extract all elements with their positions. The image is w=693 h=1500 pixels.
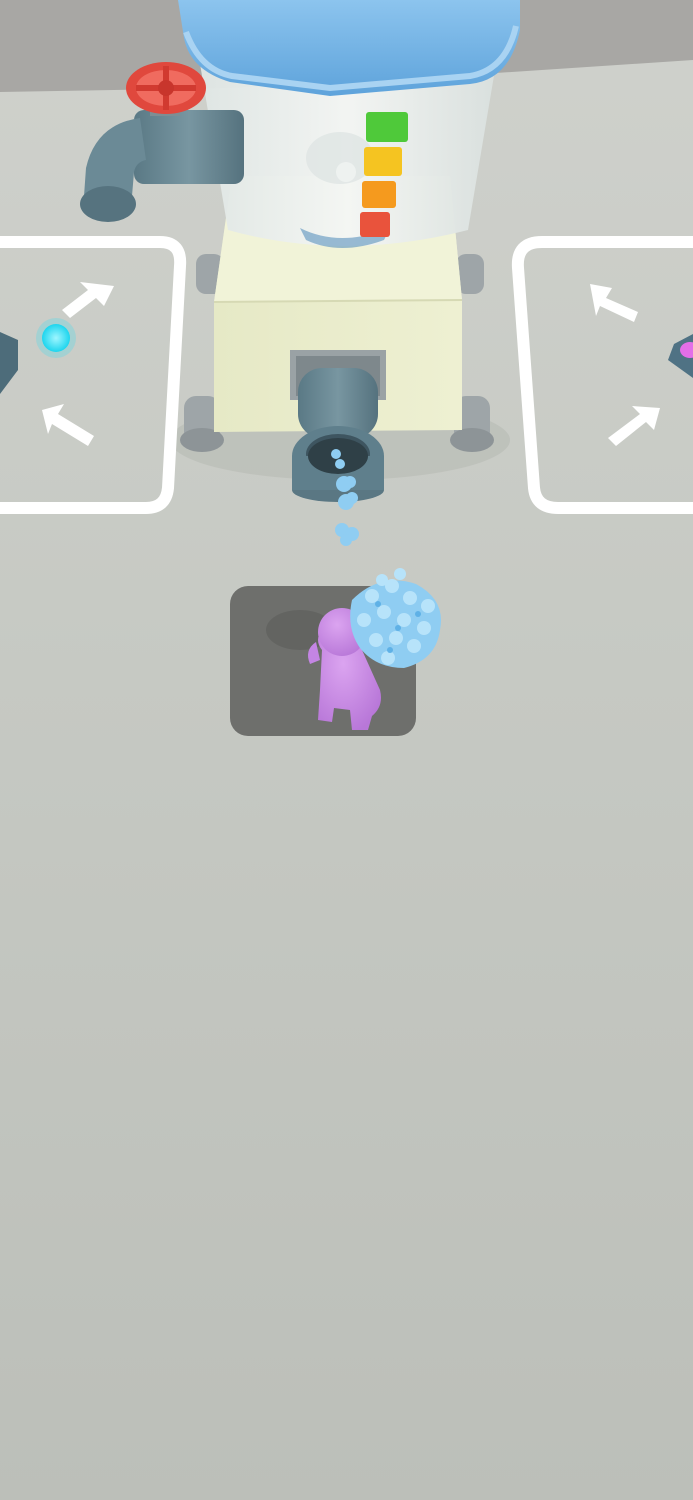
- inward-arrows-icon: [590, 284, 660, 446]
- left-drop-zone[interactable]: [0, 236, 187, 514]
- cyan-gem: [36, 318, 76, 358]
- tank-cap: [178, 0, 520, 96]
- game-canvas: [0, 0, 693, 736]
- meter-segment-green: [366, 112, 408, 142]
- meter-segment-orange: [362, 181, 396, 208]
- processing-machine[interactable]: [178, 0, 520, 432]
- left-pipe-end: [0, 332, 18, 394]
- right-drop-zone[interactable]: [511, 236, 693, 514]
- meter-segment-red: [360, 212, 390, 237]
- inward-arrows-icon: [42, 282, 114, 446]
- valve-wheel[interactable]: [126, 62, 206, 114]
- magenta-gem-holder: [668, 334, 693, 378]
- game-scene[interactable]: [0, 0, 693, 1500]
- meter-segment-yellow: [364, 147, 402, 176]
